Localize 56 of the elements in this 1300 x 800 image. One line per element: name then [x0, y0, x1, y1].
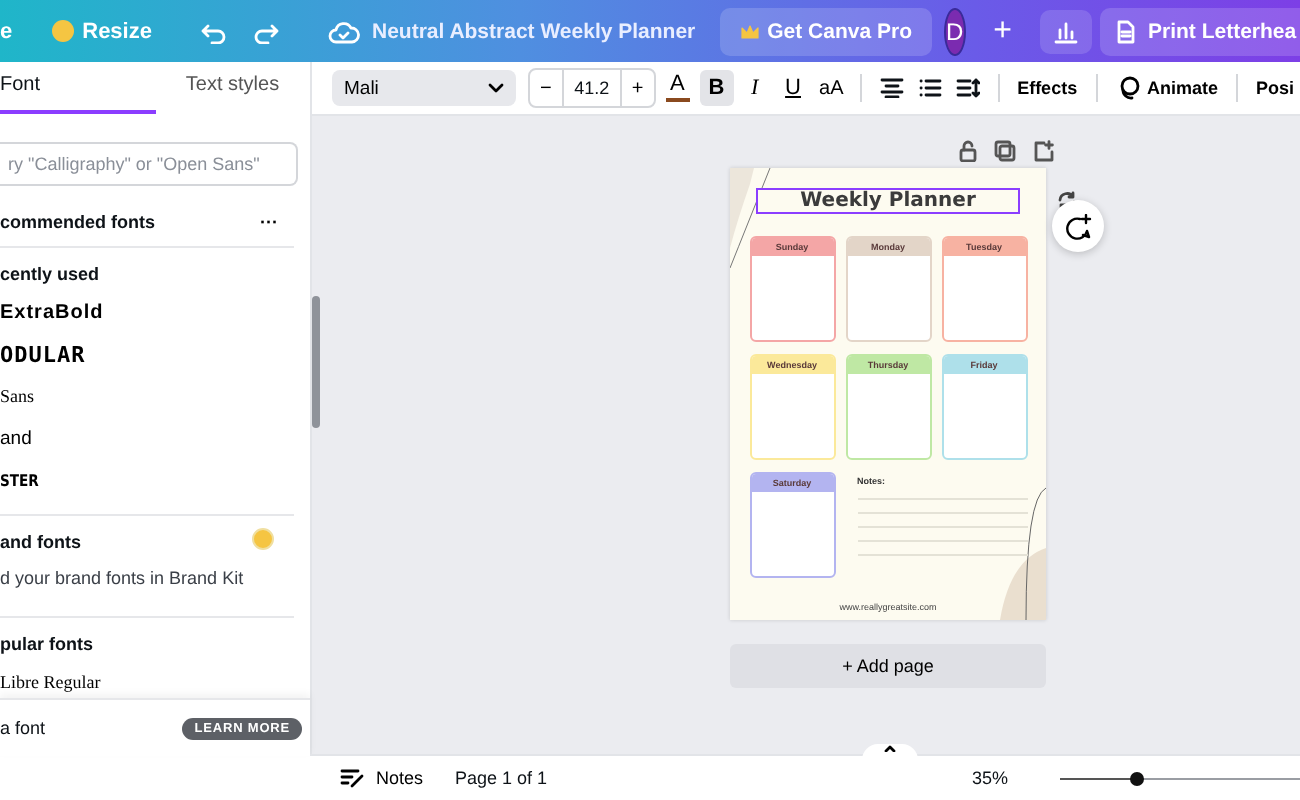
zoom-percent: 35%: [971, 768, 1008, 788]
section-title: and fonts: [0, 530, 81, 556]
font-search-field[interactable]: ry "Calligraphy" or "Open Sans": [0, 142, 298, 186]
duplicate-icon[interactable]: [994, 140, 1016, 162]
font-dropdown[interactable]: Mali: [332, 70, 516, 106]
font-item[interactable]: ODULAR: [0, 334, 294, 376]
planner-title[interactable]: Weekly Planner: [756, 188, 1020, 214]
panel-tab[interactable]: Text styles: [155, 74, 310, 114]
font-item[interactable]: ExtraBold: [0, 292, 294, 334]
position-button[interactable]: Posi: [1250, 78, 1300, 98]
font-item[interactable]: Libre Regular: [0, 662, 294, 698]
effects-button[interactable]: Effects: [1011, 78, 1084, 98]
align-center-icon[interactable]: [879, 78, 904, 98]
animate-button[interactable]: Animate: [1109, 76, 1225, 100]
notes-button[interactable]: Notes: [340, 768, 424, 788]
scrollbar[interactable]: [312, 296, 320, 428]
undo-icon[interactable]: [199, 19, 228, 43]
line-spacing-icon[interactable]: [956, 78, 981, 98]
lock-icon[interactable]: [958, 140, 978, 162]
slider-thumb[interactable]: [1129, 771, 1144, 785]
case-button[interactable]: aA: [814, 70, 849, 106]
upload-font-label: a font: [0, 718, 46, 738]
add-user-button[interactable]: +: [981, 5, 1025, 57]
bold-button[interactable]: B: [699, 70, 734, 106]
add-page-button[interactable]: + Add page: [730, 644, 1046, 688]
section-title: cently used: [0, 262, 102, 288]
user-avatar[interactable]: D: [944, 7, 966, 55]
font-item[interactable]: and: [0, 418, 294, 460]
font-size-field[interactable]: 41.2: [561, 70, 622, 106]
font-item[interactable]: STER: [0, 460, 250, 502]
bar-chart-icon[interactable]: [1054, 19, 1079, 43]
comment-plus-icon: [1064, 213, 1092, 239]
brand-kit-hint: d your brand fonts in Brand Kit: [0, 566, 246, 592]
section-title: commended fonts: [0, 212, 156, 232]
document-title: Neutral Abstract Weekly Planner: [371, 19, 696, 43]
cloud-check-icon[interactable]: [327, 19, 360, 43]
print-button[interactable]: Print Letterhea: [1100, 7, 1300, 55]
page-counter: Page 1 of 1: [455, 768, 548, 788]
font-item[interactable]: Sans: [0, 376, 294, 418]
more-button[interactable]: ···: [260, 212, 278, 232]
document-icon: [1116, 19, 1137, 43]
panel-tab[interactable]: Font: [0, 74, 155, 114]
chevron-icon: [487, 82, 504, 94]
add-page-icon[interactable]: [1032, 140, 1054, 162]
text-color-button[interactable]: A: [659, 74, 696, 102]
redo-icon[interactable]: [251, 19, 280, 43]
underline-button[interactable]: U: [775, 70, 811, 106]
add-comment-button[interactable]: [1052, 200, 1104, 252]
caret-up-icon: [884, 744, 896, 752]
increase-size-button[interactable]: +: [621, 70, 654, 106]
list-icon[interactable]: [917, 78, 942, 98]
italic-button[interactable]: I: [737, 70, 772, 106]
animate-icon: [1115, 76, 1140, 100]
notes-icon: [340, 768, 364, 788]
decrease-size-button[interactable]: −: [529, 70, 562, 106]
section-title: pular fonts: [0, 632, 95, 658]
